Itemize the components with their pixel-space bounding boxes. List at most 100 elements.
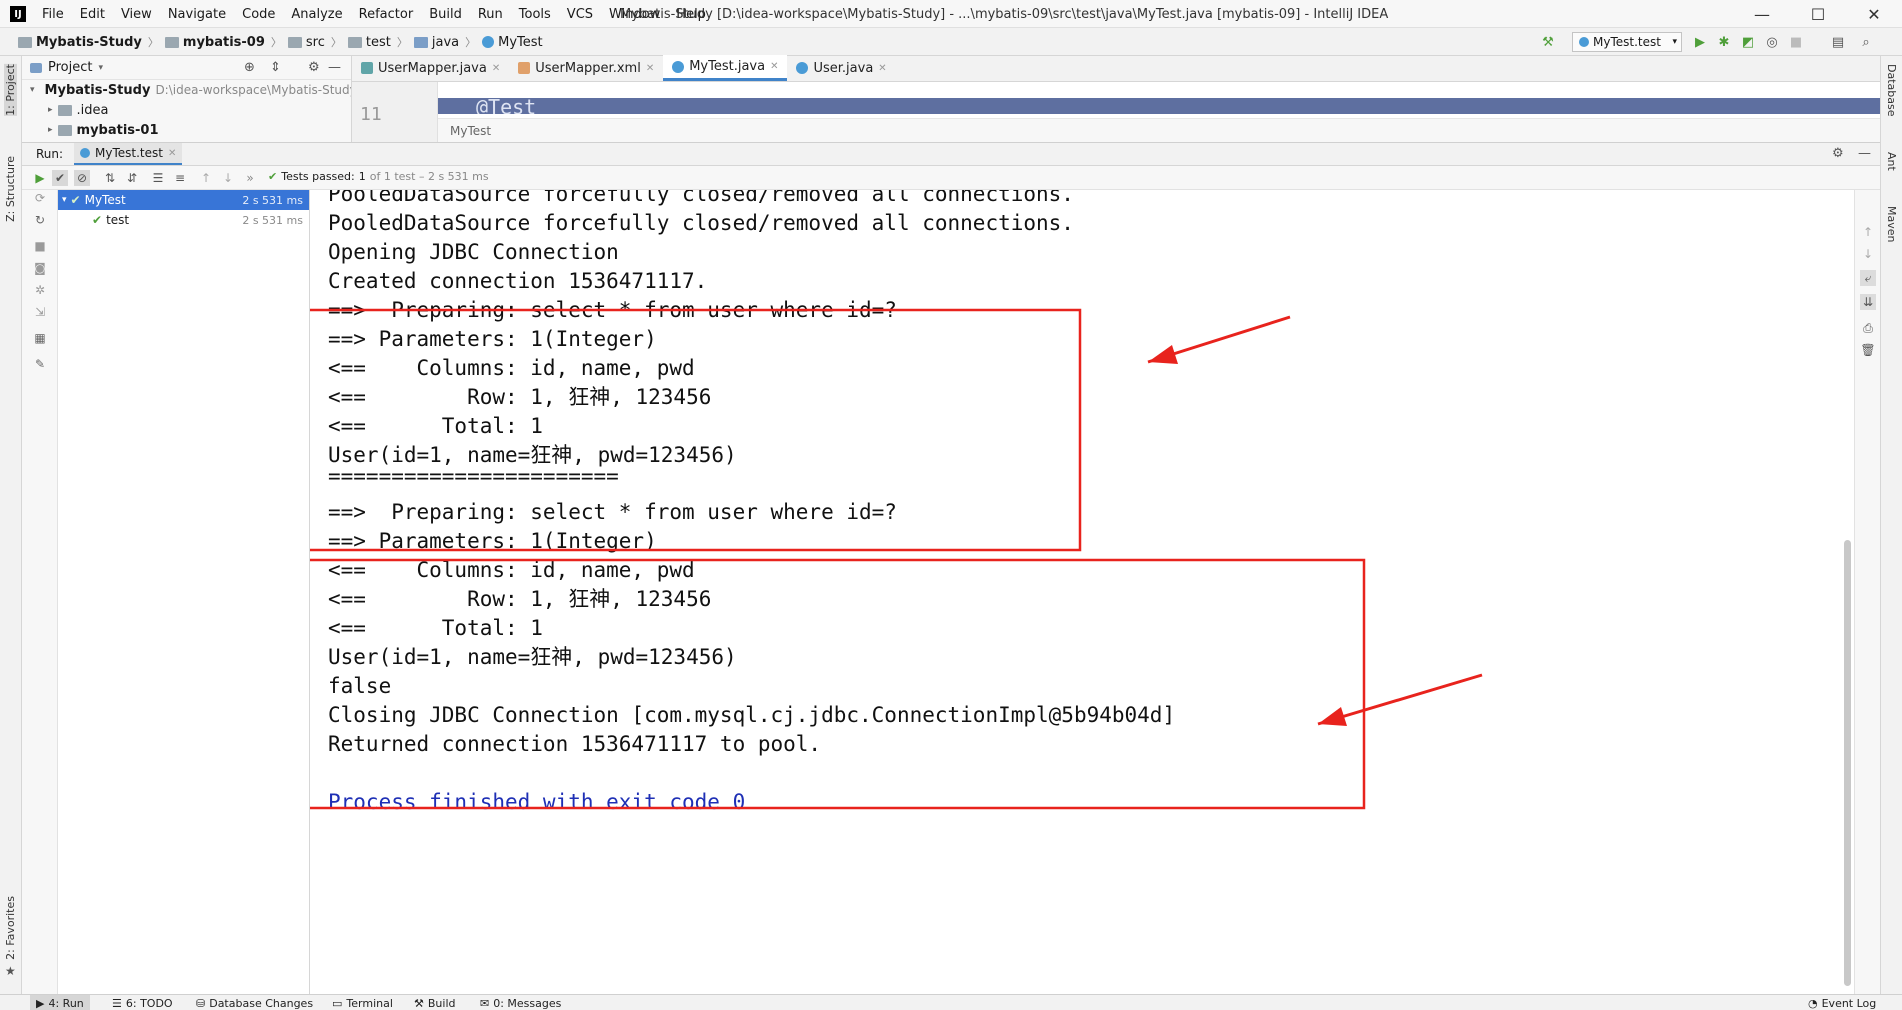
- menu-run[interactable]: Run: [476, 5, 505, 24]
- close-icon[interactable]: ✕: [492, 63, 500, 74]
- check-icon: ✔: [268, 170, 278, 183]
- scroll-to-end-icon[interactable]: ⇊: [1860, 294, 1876, 310]
- tree-item[interactable]: ▸ mybatis-01: [22, 120, 351, 140]
- menu-analyze[interactable]: Analyze: [289, 5, 344, 24]
- toggle-auto-test-icon[interactable]: ↻: [32, 212, 48, 228]
- build-tool-button[interactable]: ⚒ Build: [414, 995, 456, 1010]
- menu-navigate[interactable]: Navigate: [166, 5, 228, 24]
- maven-tool-button[interactable]: Maven: [1885, 206, 1898, 242]
- pin-icon[interactable]: ✎: [32, 356, 48, 372]
- chevron-down-icon[interactable]: ▾: [98, 63, 103, 73]
- java-class-icon: [1579, 37, 1589, 47]
- crumb-java[interactable]: java: [413, 35, 459, 50]
- run-icon[interactable]: ▶: [1692, 34, 1708, 50]
- crumb-class[interactable]: MyTest: [482, 35, 543, 50]
- arrow-down-icon[interactable]: ↓: [220, 170, 236, 186]
- project-structure-icon[interactable]: ▤: [1830, 34, 1846, 50]
- console-scrollbar[interactable]: [1842, 200, 1852, 990]
- database-tool-button[interactable]: Database: [1885, 64, 1898, 117]
- database-changes-tool-button[interactable]: ⛁ Database Changes: [196, 995, 313, 1010]
- camera-icon[interactable]: ◙: [32, 260, 48, 276]
- sort-duration-icon[interactable]: ⇵: [124, 170, 140, 186]
- close-icon[interactable]: ✕: [168, 148, 176, 159]
- stop-icon[interactable]: ■: [1788, 34, 1804, 50]
- close-icon[interactable]: ✕: [646, 63, 654, 74]
- crumb-project[interactable]: Mybatis-Study: [18, 35, 142, 50]
- tab-mytest-java[interactable]: MyTest.java ✕: [663, 55, 788, 81]
- expand-all-icon[interactable]: ☰: [150, 170, 166, 186]
- hide-icon[interactable]: —: [328, 60, 341, 75]
- run-tab-mytest[interactable]: MyTest.test ✕: [74, 143, 183, 165]
- arrow-up-icon[interactable]: ↑: [198, 170, 214, 186]
- tree-item[interactable]: ▸ .idea: [22, 100, 351, 120]
- test-node-test[interactable]: ✔ test 2 s 531 ms: [58, 210, 309, 230]
- show-ignored-icon[interactable]: ⊘: [74, 170, 90, 186]
- debug-icon[interactable]: ✱: [1716, 34, 1732, 50]
- menu-file[interactable]: File: [40, 5, 66, 24]
- close-icon[interactable]: ✕: [770, 61, 778, 72]
- maximize-button[interactable]: ☐: [1790, 0, 1846, 28]
- gear-icon[interactable]: ⚙: [1832, 146, 1844, 161]
- search-icon[interactable]: ⌕: [1858, 34, 1874, 50]
- arrow-up-icon[interactable]: ↑: [1860, 224, 1876, 240]
- crumb-module[interactable]: mybatis-09: [164, 35, 265, 50]
- ant-tool-button[interactable]: Ant: [1885, 152, 1898, 171]
- tree-root[interactable]: ▾ Mybatis-Study D:\idea-workspace\Mybati…: [22, 80, 351, 100]
- crumb-src[interactable]: src: [287, 35, 325, 50]
- coverage-icon[interactable]: ◩: [1740, 34, 1756, 50]
- close-button[interactable]: ✕: [1846, 0, 1902, 28]
- print-icon[interactable]: ⎙: [1860, 320, 1876, 336]
- sort-alpha-icon[interactable]: ⇅: [102, 170, 118, 186]
- menu-code[interactable]: Code: [240, 5, 277, 24]
- database-icon: ⛁: [196, 996, 206, 1010]
- hide-icon[interactable]: —: [1858, 146, 1871, 161]
- close-icon[interactable]: ✕: [878, 63, 886, 74]
- export-icon[interactable]: ⇲: [32, 304, 48, 320]
- test-node-mytest[interactable]: ▾ ✔ MyTest 2 s 531 ms: [58, 190, 309, 210]
- menu-view[interactable]: View: [119, 5, 154, 24]
- favorites-tool-button[interactable]: 2: Favorites: [4, 896, 17, 960]
- editor-breadcrumb: MyTest: [438, 118, 1880, 142]
- todo-tool-button[interactable]: ☰ 6: TODO: [112, 995, 173, 1010]
- project-tool-button[interactable]: 1: Project: [4, 64, 17, 116]
- code-editor[interactable]: 11 @Test MyTest: [352, 82, 1880, 142]
- layout-icon[interactable]: ▦: [32, 330, 48, 346]
- console-output[interactable]: PooledDataSource forcefully closed/remov…: [310, 190, 1854, 994]
- highlight-box-first: [310, 308, 1082, 552]
- tab-user-java[interactable]: User.java ✕: [787, 55, 895, 81]
- messages-tool-button[interactable]: ✉ 0: Messages: [480, 995, 561, 1010]
- code-line[interactable]: @Test: [438, 98, 1880, 114]
- structure-tool-button[interactable]: Z: Structure: [4, 156, 17, 222]
- settings-icon[interactable]: ✲: [32, 282, 48, 298]
- crumb-test[interactable]: test: [347, 35, 391, 50]
- arrow-down-icon[interactable]: ↓: [1860, 246, 1876, 262]
- trash-icon[interactable]: 🗑: [1860, 342, 1876, 358]
- collapse-all-icon[interactable]: ≡: [172, 170, 188, 186]
- menu-build[interactable]: Build: [427, 5, 464, 24]
- intellij-logo-icon: IJ: [10, 6, 26, 22]
- menu-tools[interactable]: Tools: [517, 5, 553, 24]
- scrollbar-thumb[interactable]: [1844, 540, 1851, 986]
- locate-icon[interactable]: ⊕: [244, 60, 255, 75]
- minimize-button[interactable]: —: [1734, 0, 1790, 28]
- soft-wrap-icon[interactable]: ⤶: [1860, 270, 1876, 286]
- run-tool-button[interactable]: ▶ 4: Run: [30, 995, 90, 1010]
- more-icon[interactable]: »: [242, 170, 258, 186]
- menu-refactor[interactable]: Refactor: [357, 5, 416, 24]
- gear-icon[interactable]: ⚙: [308, 60, 320, 75]
- profile-icon[interactable]: ◎: [1764, 34, 1780, 50]
- rerun-failed-icon[interactable]: ⟳: [32, 190, 48, 206]
- menu-vcs[interactable]: VCS: [565, 5, 595, 24]
- build-hammer-icon[interactable]: ⚒: [1540, 34, 1556, 50]
- event-log-button[interactable]: ◔ Event Log: [1808, 995, 1876, 1010]
- terminal-tool-button[interactable]: ▭ Terminal: [332, 995, 393, 1010]
- tab-usermapper-xml[interactable]: UserMapper.xml ✕: [509, 55, 663, 81]
- event-log-icon: ◔: [1808, 996, 1818, 1010]
- stop-icon[interactable]: ■: [32, 238, 48, 254]
- menu-edit[interactable]: Edit: [78, 5, 107, 24]
- collapse-all-icon[interactable]: ⇕: [270, 60, 281, 75]
- tab-usermapper-java[interactable]: UserMapper.java ✕: [352, 55, 509, 81]
- rerun-icon[interactable]: ▶: [32, 170, 48, 186]
- run-configuration-select[interactable]: MyTest.test ▾: [1572, 32, 1682, 52]
- show-passed-icon[interactable]: ✔: [52, 170, 68, 186]
